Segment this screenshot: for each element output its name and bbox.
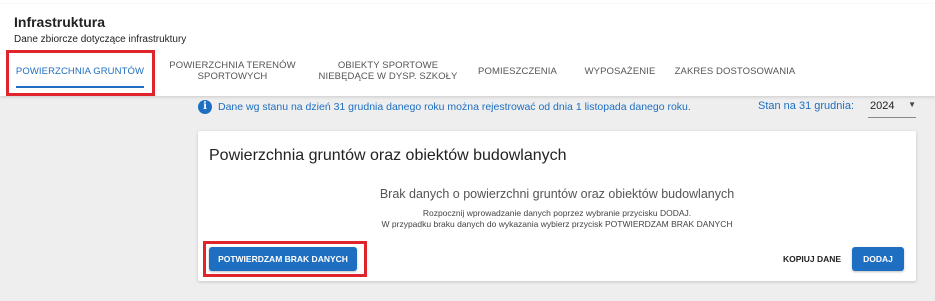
copy-data-button[interactable]: KOPIUJ DANE (776, 247, 848, 271)
chevron-down-icon: ▼ (908, 100, 916, 109)
tab-label: POWIERZCHNIA GRUNTÓW (15, 65, 145, 77)
year-select[interactable]: 2024 ▼ (868, 98, 916, 118)
tab-label: OBIEKTY SPORTOWE NIEBĘDĄCE W DYSP. SZKOŁ… (319, 60, 458, 82)
page-title: Infrastruktura (14, 14, 106, 30)
data-card: Powierzchnia gruntów oraz obiektów budow… (198, 131, 916, 281)
info-icon: i (198, 100, 212, 114)
tab-pomieszczenia[interactable]: POMIESZCZENIA (470, 50, 565, 92)
page-subtitle: Dane zbiorcze dotyczące infrastruktury (14, 34, 187, 45)
page-header: Infrastruktura Dane zbiorcze dotyczące i… (0, 4, 935, 96)
add-button[interactable]: DODAJ (852, 247, 904, 271)
confirm-no-data-button[interactable]: POTWIERDZAM BRAK DANYCH (209, 247, 357, 271)
tab-label-line2: NIEBĘDĄCE W DYSP. SZKOŁY (318, 71, 458, 82)
card-title: Powierzchnia gruntów oraz obiektów budow… (209, 147, 567, 164)
empty-state-title: Brak danych o powierzchni gruntów oraz o… (379, 187, 735, 201)
empty-state-line: W przypadku braku danych do wykazania wy… (381, 219, 733, 229)
tab-label: POWIERZCHNIA TERENÓW SPORTOWYCH (169, 60, 295, 82)
tab-label-line1: OBIEKTY SPORTOWE (337, 60, 439, 71)
tab-obiekty-sportowe[interactable]: OBIEKTY SPORTOWE NIEBĘDĄCE W DYSP. SZKOŁ… (315, 50, 461, 92)
year-value: 2024 (870, 100, 895, 112)
info-row: i Dane wg stanu na dzień 31 grudnia dane… (198, 96, 916, 124)
tab-label: ZAKRES DOSTOSOWANIA (674, 65, 796, 77)
tab-zakres-dostosowania[interactable]: ZAKRES DOSTOSOWANIA (668, 50, 802, 92)
tab-label: POMIESZCZENIA (478, 65, 557, 77)
tab-powierzchnia-terenow-sportowych[interactable]: POWIERZCHNIA TERENÓW SPORTOWYCH (160, 50, 305, 92)
empty-state-line: Rozpocznij wprowadzanie danych poprzez w… (422, 208, 692, 218)
tab-wyposazenie[interactable]: WYPOSAŻENIE (575, 50, 665, 92)
tab-label-line1: POWIERZCHNIA TERENÓW (169, 60, 296, 71)
year-label: Stan na 31 grudnia: (758, 100, 855, 112)
info-text: Dane wg stanu na dzień 31 grudnia danego… (218, 101, 691, 113)
tab-powierzchnia-gruntow[interactable]: POWIERZCHNIA GRUNTÓW (12, 50, 148, 92)
tab-label: WYPOSAŻENIE (584, 65, 656, 77)
tab-label-line2: SPORTOWYCH (197, 71, 268, 82)
